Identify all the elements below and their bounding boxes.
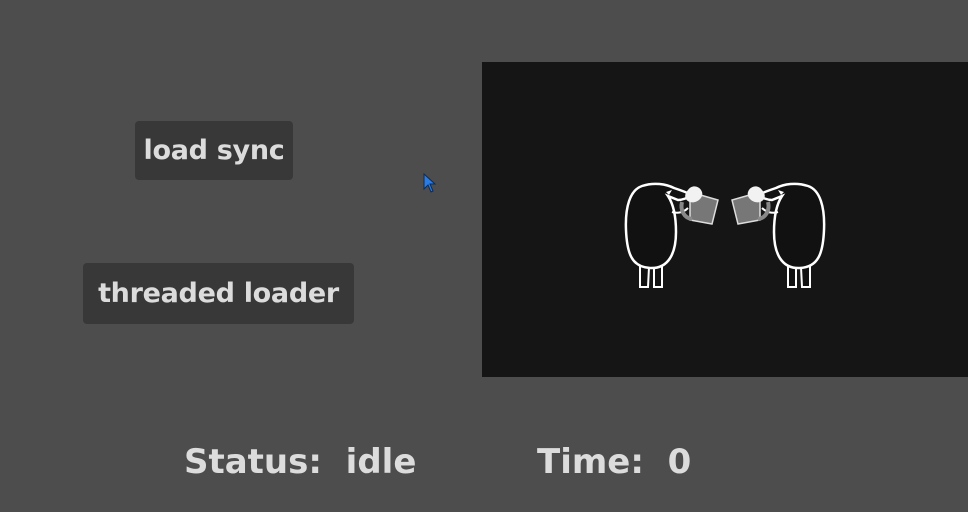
time-readout: Time: 0 bbox=[537, 440, 691, 484]
penguins-toasting-image bbox=[624, 182, 826, 288]
threaded-loader-button[interactable]: threaded loader bbox=[83, 263, 354, 324]
time-label: Time: bbox=[537, 442, 644, 482]
right-penguin bbox=[731, 182, 826, 288]
left-penguin bbox=[624, 182, 719, 288]
image-viewport bbox=[482, 62, 968, 377]
mouse-pointer-icon bbox=[423, 173, 437, 193]
time-value: 0 bbox=[667, 442, 692, 482]
status-label: Status: bbox=[184, 442, 322, 482]
status-readout: Status: idle bbox=[184, 440, 416, 484]
app-window: load sync threaded loader Status: idle T… bbox=[0, 0, 968, 512]
status-value: idle bbox=[345, 442, 417, 482]
load-sync-button[interactable]: load sync bbox=[135, 121, 293, 180]
